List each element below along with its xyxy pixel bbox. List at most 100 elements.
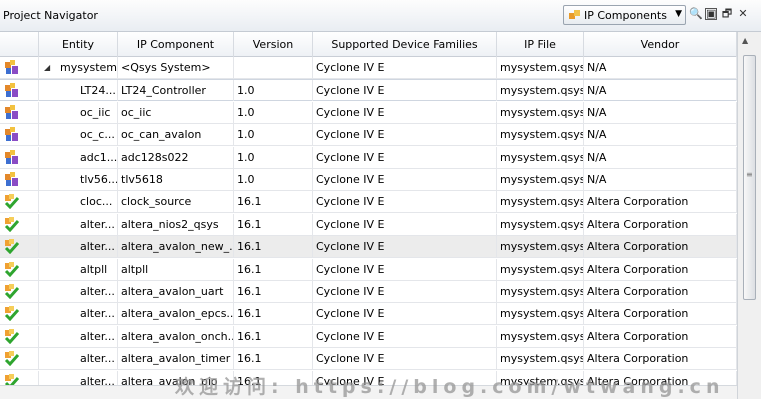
table-row[interactable]: alter... altera_avalon_new_... 16.1 Cyclone… — [0, 236, 737, 259]
cell-family: Cyclone IV E — [313, 57, 497, 78]
entity-label: alter... — [80, 285, 115, 298]
cell-ip: altera_avalon_epcs... — [118, 303, 234, 325]
column-header[interactable] — [0, 32, 39, 57]
row-icon-cell — [0, 57, 39, 78]
grip-icon: ≡ — [746, 170, 753, 179]
cell-family: Cyclone IV E — [313, 146, 497, 168]
restore-icon[interactable]: ▣ — [705, 8, 717, 20]
scrollbar-thumb[interactable]: ≡ — [743, 55, 756, 300]
custom-ip-icon — [5, 149, 18, 164]
table-header: Entity IP Component Version Supported Devic… — [0, 32, 737, 57]
cell-version: 1.0 — [234, 169, 313, 190]
cell-entity: alter... — [39, 325, 118, 347]
cell-file: mysystem.qsys — [497, 348, 584, 370]
cell-entity: oc_c... — [39, 124, 118, 146]
column-header[interactable]: IP File — [497, 32, 584, 57]
column-header[interactable]: Entity — [39, 32, 118, 57]
cell-entity: altpll — [39, 258, 118, 280]
cell-file: mysystem.qsys — [497, 124, 584, 146]
row-icon-cell — [0, 258, 39, 280]
table-row[interactable]: adc1... adc128s022 1.0 Cyclone IV Emysystem… — [0, 146, 737, 169]
table-row[interactable]: alter... altera_avalon_uart 16.1 Cyclone IV… — [0, 281, 737, 303]
cell-ip: altera_avalon_uart — [118, 281, 234, 302]
cell-vendor: Altera Corporation — [584, 325, 737, 347]
cell-entity: tlv56... — [39, 169, 118, 190]
cell-version: 16.1 — [234, 236, 313, 258]
cell-entity: alter... — [39, 213, 118, 235]
search-icon[interactable]: 🔍 — [689, 7, 703, 21]
cell-family: Cyclone IV E — [313, 169, 497, 190]
row-icon-cell — [0, 169, 39, 190]
entity-label: oc_iic — [80, 105, 111, 119]
cell-family: Cyclone IV E — [313, 101, 497, 123]
cell-entity: cloc... — [39, 191, 118, 213]
table-row[interactable]: altpll altpll 16.1 Cyclone IV Emysystem.qsy… — [0, 258, 737, 281]
cell-version: 16.1 — [234, 258, 313, 280]
cell-file: mysystem.qsys — [497, 169, 584, 190]
cell-family: Cyclone IV E — [313, 303, 497, 325]
cell-file: mysystem.qsys — [497, 101, 584, 123]
table-row[interactable]: alter... altera_avalon_epcs... 16.1 Cyclone… — [0, 303, 737, 326]
table-row[interactable]: alter... altera_nios2_qsys 16.1 Cyclone IV … — [0, 213, 737, 236]
row-icon-cell — [0, 191, 39, 213]
cell-ip: altera_avalon_onch... — [118, 325, 234, 347]
table-row[interactable]: oc_c... oc_can_avalon 1.0 Cyclone IV Emysys… — [0, 124, 737, 147]
close-icon[interactable]: ✕ — [736, 7, 750, 21]
column-header[interactable]: IP Component — [118, 32, 234, 57]
cell-version: 16.1 — [234, 191, 313, 213]
custom-ip-icon — [5, 104, 18, 119]
cell-ip: <Qsys System> — [118, 57, 234, 78]
row-icon-cell — [0, 101, 39, 123]
cell-version: 16.1 — [234, 348, 313, 370]
entity-label: tlv56... — [80, 173, 118, 186]
scroll-up-arrow-icon[interactable]: ▲ — [742, 36, 748, 45]
cell-entity: adc1... — [39, 146, 118, 168]
table-row[interactable]: oc_iic oc_iic 1.0 Cyclone IV Emysystem.qsys… — [0, 101, 737, 124]
column-header[interactable]: Supported Device Families — [313, 32, 497, 57]
table-row[interactable]: alter... altera_avalon_timer 16.1 Cyclone I… — [0, 348, 737, 371]
column-header[interactable]: Version — [234, 32, 313, 57]
entity-label: cloc... — [80, 195, 113, 209]
cell-file: mysystem.qsys — [497, 57, 584, 78]
ip-components-table: Entity IP Component Version Supported Devic… — [0, 32, 737, 399]
row-icon-cell — [0, 281, 39, 302]
cell-file: mysystem.qsys — [497, 80, 584, 102]
verified-ip-icon — [4, 261, 19, 277]
cell-ip: oc_iic — [118, 101, 234, 123]
cell-family: Cyclone IV E — [313, 213, 497, 235]
cell-version: 1.0 — [234, 146, 313, 168]
cell-file: mysystem.qsys — [497, 281, 584, 302]
float-icon[interactable]: 🗗 — [720, 7, 734, 21]
entity-label: alter... — [80, 240, 115, 254]
cell-entity: alter... — [39, 348, 118, 370]
cell-vendor: N/A — [584, 80, 737, 102]
cell-ip: altera_avalon_new_... — [118, 236, 234, 258]
entity-label: LT24... — [80, 84, 116, 98]
table-row[interactable]: alter... altera_avalon_onch... 16.1 Cyclone… — [0, 325, 737, 348]
cell-family: Cyclone IV E — [313, 348, 497, 370]
verified-ip-icon — [4, 194, 19, 210]
cell-family: Cyclone IV E — [313, 281, 497, 302]
cell-file: mysystem.qsys — [497, 191, 584, 213]
table-row[interactable]: LT24... LT24_Controller 1.0 Cyclone IV Emys… — [0, 79, 737, 102]
cell-file: mysystem.qsys — [497, 325, 584, 347]
cell-family: Cyclone IV E — [313, 124, 497, 146]
row-icon-cell — [0, 146, 39, 168]
vertical-scrollbar[interactable]: ▲ ≡ — [737, 32, 761, 399]
cell-version: 16.1 — [234, 213, 313, 235]
table-row[interactable]: ◢ mysystem <Qsys System> Cyclone IV Emysyst… — [0, 57, 737, 79]
table-row[interactable]: cloc... clock_source 16.1 Cyclone IV Emysys… — [0, 191, 737, 214]
row-icon-cell — [0, 80, 39, 102]
view-select-value: IP Components — [584, 9, 667, 22]
cell-ip: oc_can_avalon — [118, 124, 234, 146]
cell-file: mysystem.qsys — [497, 303, 584, 325]
cell-file: mysystem.qsys — [497, 258, 584, 280]
tree-expander-icon[interactable]: ◢ — [44, 57, 54, 78]
column-header[interactable]: Vendor — [584, 32, 737, 57]
table-row[interactable]: tlv56... tlv5618 1.0 Cyclone IV Emysystem.q… — [0, 169, 737, 191]
verified-ip-icon — [4, 328, 19, 344]
custom-ip-icon — [5, 127, 18, 142]
view-select[interactable]: IP Components ▼ — [563, 5, 686, 25]
verified-ip-icon — [4, 239, 19, 255]
cell-vendor: N/A — [584, 146, 737, 168]
